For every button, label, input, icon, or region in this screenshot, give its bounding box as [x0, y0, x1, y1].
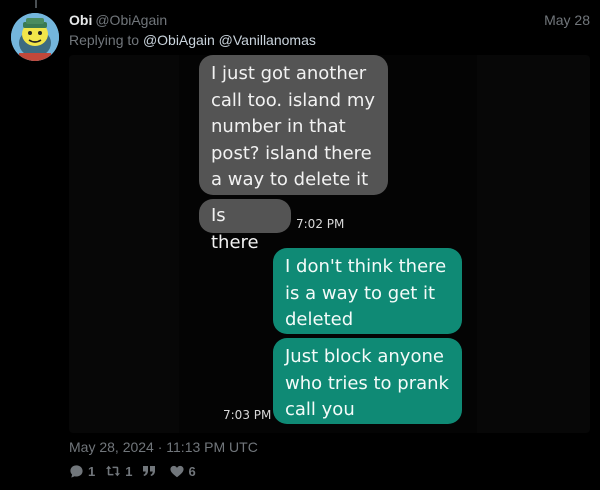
- heart-icon: [170, 465, 185, 477]
- repost-icon: [106, 465, 121, 477]
- message-line: post? island there: [211, 142, 372, 164]
- message-line: call too. island my: [211, 89, 376, 111]
- message-line: call you: [285, 399, 355, 420]
- screenshot-panel: [69, 55, 179, 433]
- replying-prefix: Replying to: [69, 32, 140, 48]
- message-line: a way to delete it: [211, 169, 369, 190]
- action-bar: 1 1 6: [69, 462, 206, 480]
- message-line: Is there: [211, 205, 259, 253]
- outgoing-message: I don't think there is a way to get it d…: [273, 248, 462, 334]
- quote-button[interactable]: [142, 465, 160, 477]
- incoming-message: Is there: [199, 199, 291, 253]
- thread-line: [35, 0, 37, 8]
- reply-icon: [70, 464, 83, 478]
- message-time: 7:02 PM: [296, 217, 345, 231]
- post-header: Obi @ObiAgain: [69, 12, 167, 29]
- like-button[interactable]: 6: [170, 463, 196, 479]
- message-line: Just block anyone: [285, 346, 444, 367]
- message-line: I don't think there: [285, 256, 447, 277]
- post-date[interactable]: May 28: [544, 12, 590, 29]
- screenshot-panel: [477, 55, 590, 433]
- message-line: number in that: [211, 116, 346, 137]
- incoming-message: I just got another call too. island my n…: [199, 55, 388, 195]
- avatar-image: [11, 13, 59, 61]
- mention-link[interactable]: @Vanillanomas: [219, 32, 316, 48]
- reply-count: 1: [88, 463, 96, 479]
- mention-link[interactable]: @ObiAgain: [143, 32, 215, 48]
- author-handle[interactable]: @ObiAgain: [95, 12, 167, 28]
- author-name[interactable]: Obi: [69, 12, 92, 28]
- message-line: I just got another: [211, 63, 367, 84]
- quote-icon: [143, 466, 156, 476]
- message-time: 7:03 PM: [223, 408, 272, 422]
- outgoing-message: Just block anyone who tries to prank cal…: [273, 338, 462, 424]
- repost-button[interactable]: 1: [105, 464, 132, 479]
- message-line: deleted: [285, 309, 354, 330]
- attached-screenshot[interactable]: I just got another call too. island my n…: [69, 55, 590, 433]
- replying-to: Replying to @ObiAgain @Vanillanomas: [69, 32, 316, 49]
- repost-count: 1: [125, 463, 133, 479]
- message-line: who tries to prank: [285, 372, 449, 394]
- post-timestamp[interactable]: May 28, 2024 · 11:13 PM UTC: [69, 439, 258, 456]
- reply-button[interactable]: 1: [69, 464, 95, 479]
- avatar[interactable]: [11, 13, 59, 61]
- message-line: is a way to get it: [285, 282, 436, 304]
- like-count: 6: [188, 463, 196, 479]
